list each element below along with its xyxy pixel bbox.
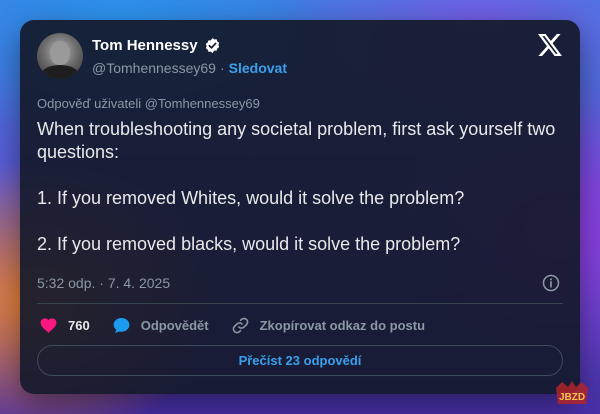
copy-link-label: Zkopírovat odkaz do postu [259,318,426,333]
author-handle[interactable]: @Tomhennessey69 [92,60,216,76]
tweet-paragraph-question-1: 1. If you removed Whites, would it solve… [37,188,465,208]
x-logo-icon[interactable] [538,34,562,56]
watermark-text: JBZD [559,392,585,403]
avatar[interactable] [37,33,83,79]
tweet-actions: 760 Odpovědět Zkopírovat odkaz do postu [39,316,447,335]
info-icon[interactable] [542,274,560,292]
reply-bubble-icon [113,317,130,334]
verified-badge-icon [205,38,219,53]
author-name-row: Tom Hennessy [92,37,221,54]
reply-to-label: Odpověď uživateli @Tomhennessey69 [37,96,260,111]
avatar-head [50,41,70,65]
avatar-shoulders [41,65,79,79]
watermark-logo: JBZD [556,381,588,404]
author-name[interactable]: Tom Hennessy [92,37,198,54]
reply-label: Odpovědět [140,318,209,333]
tweet-paragraph-question-2: 2. If you removed blacks, would it solve… [37,234,461,254]
read-replies-label: Přečíst 23 odpovědí [238,353,362,368]
heart-icon [40,318,57,333]
tweet-text: When troubleshooting any societal proble… [37,118,567,256]
read-replies-button[interactable]: Přečíst 23 odpovědí [37,345,563,376]
copy-link-button[interactable]: Zkopírovat odkaz do postu [231,316,425,335]
handle-separator: · [219,60,225,76]
tweet-card: Tom Hennessy @Tomhennessey69 · Sledovat … [20,20,580,394]
link-icon [232,317,248,334]
like-count: 760 [68,318,90,333]
divider [37,303,563,304]
tweet-timestamp[interactable]: 5:32 odp. · 7. 4. 2025 [37,275,170,291]
like-button[interactable]: 760 [39,316,90,335]
follow-button[interactable]: Sledovat [229,60,287,76]
author-handle-row: @Tomhennessey69 · Sledovat [92,60,287,76]
tweet-paragraph-intro: When troubleshooting any societal proble… [37,119,556,162]
reply-button[interactable]: Odpovědět [112,316,209,335]
